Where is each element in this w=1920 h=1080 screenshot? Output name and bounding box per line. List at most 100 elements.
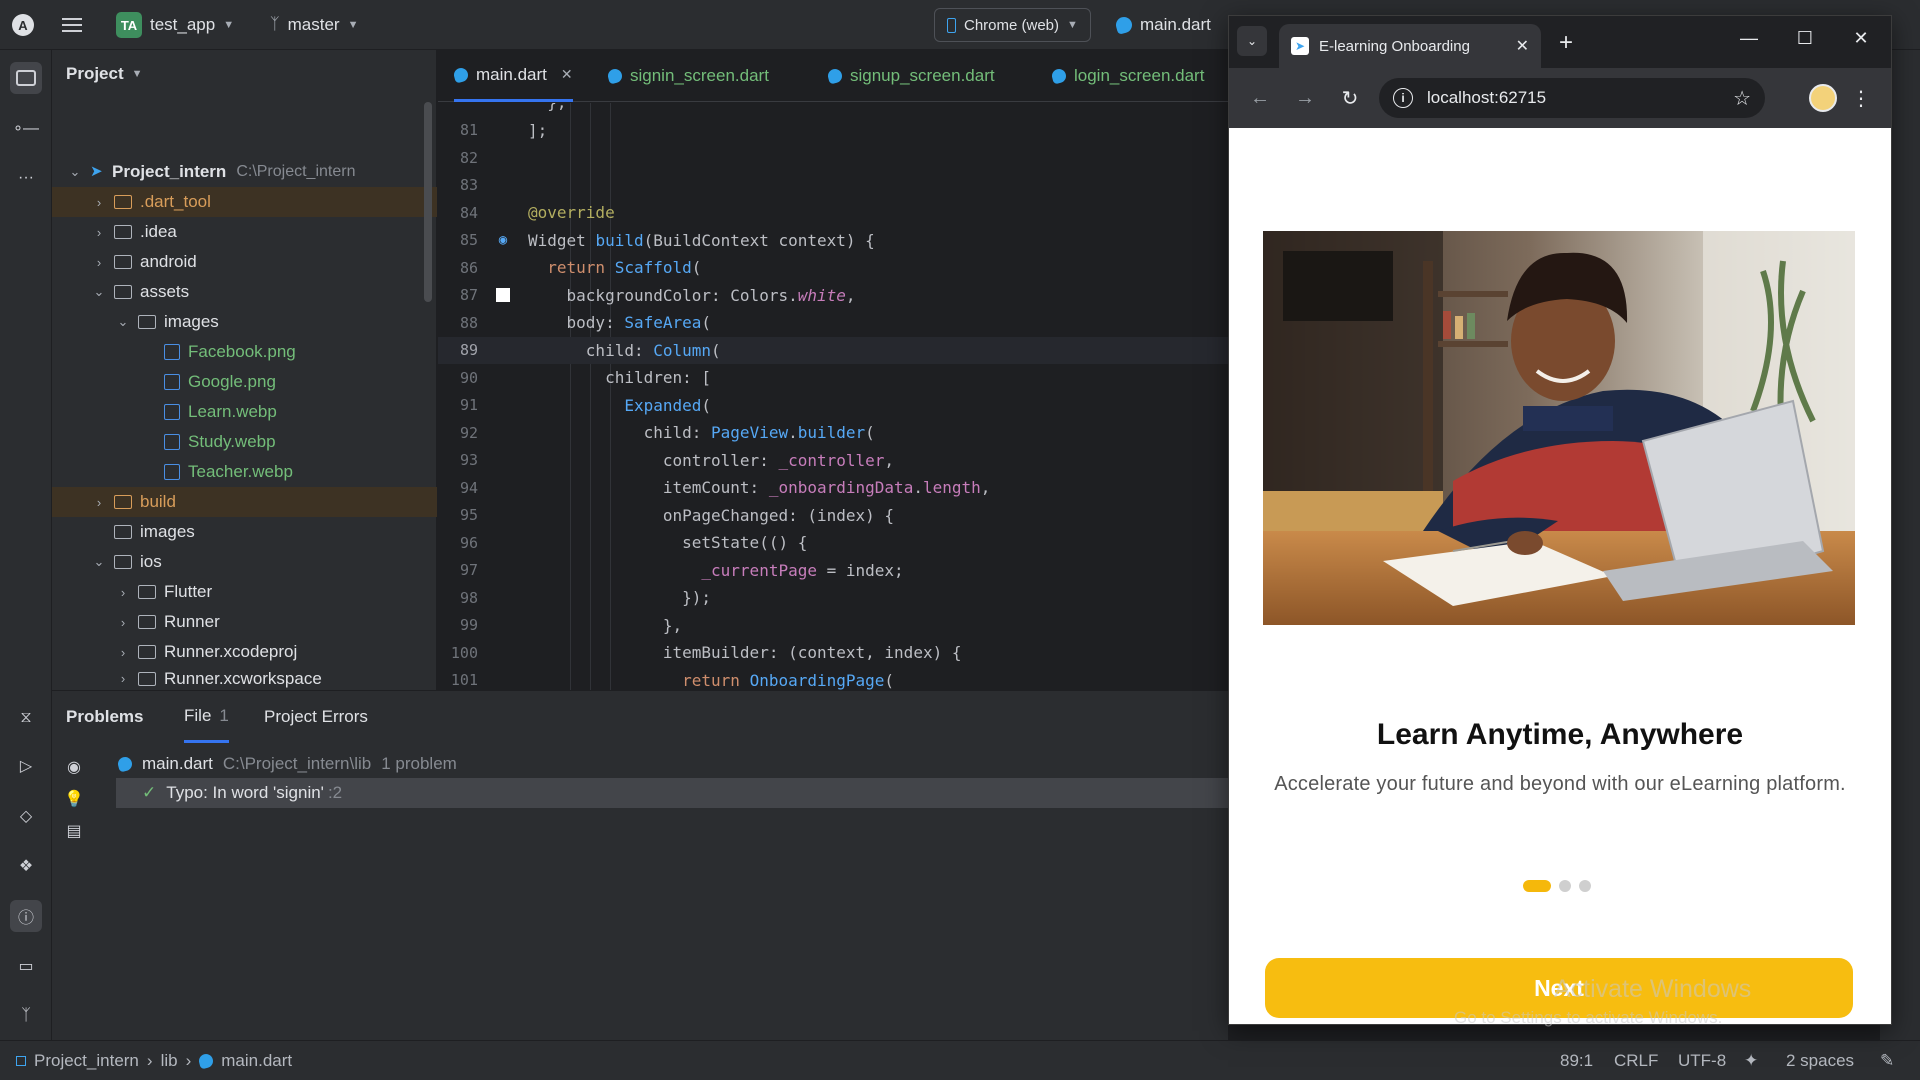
device-selector[interactable]: Chrome (web) ▼	[934, 0, 1091, 50]
tab-project-errors[interactable]: Project Errors	[264, 691, 368, 743]
tree-item-images[interactable]: images	[52, 517, 437, 547]
activation-watermark: Activate Windows Go to Settings to activ…	[1454, 975, 1751, 1028]
tab-label: main.dart	[476, 64, 547, 84]
problem-text: Typo: In word 'signin'	[166, 783, 324, 802]
breadcrumb-item[interactable]: Project_intern	[34, 1051, 139, 1071]
tree-root-project-intern[interactable]: ⌄ ➤ Project_intern C:\Project_intern	[52, 157, 437, 187]
image-file-icon	[164, 374, 180, 390]
reload-button[interactable]: ↻	[1335, 83, 1365, 113]
tab-signup-screen[interactable]: signup_screen.dart	[826, 50, 995, 102]
chevron-down-icon: ⌄	[1246, 34, 1258, 48]
chevron-right-icon: ›	[120, 671, 126, 686]
tree-item-dart-tool[interactable]: › .dart_tool	[52, 187, 437, 217]
caret-position[interactable]: 89:1	[1560, 1041, 1593, 1080]
minimize-button[interactable]: —	[1721, 16, 1777, 60]
new-tab-button[interactable]: +	[1551, 28, 1581, 58]
folder-icon	[114, 195, 132, 209]
commit-tool-button[interactable]: ∘—	[10, 112, 42, 144]
tree-item-runner[interactable]: › Runner	[52, 607, 437, 637]
tree-item-facebook-png[interactable]: Facebook.png	[52, 337, 437, 367]
tab-login-screen[interactable]: login_screen.dart	[1050, 50, 1204, 102]
branch-switcher[interactable]: ᛉ master ▼	[270, 0, 358, 50]
code-line: 88 body: SafeArea(	[459, 313, 712, 333]
tab-signin-screen[interactable]: signin_screen.dart	[606, 50, 769, 102]
page-dot[interactable]	[1559, 880, 1571, 892]
phone-icon	[947, 17, 956, 33]
window-close-button[interactable]: ✕	[1833, 16, 1889, 60]
branch-name: master	[287, 15, 340, 34]
lock-icon[interactable]: ✎	[1880, 1041, 1894, 1080]
problem-file-row[interactable]: main.dart C:\Project_intern\lib 1 proble…	[116, 749, 457, 779]
debug-tool-button[interactable]: ❖	[10, 850, 42, 882]
project-tool-button[interactable]	[10, 62, 42, 94]
project-scrollbar[interactable]	[424, 102, 432, 302]
browser-tab-active[interactable]: ➤ E-learning Onboarding ✕	[1279, 24, 1541, 68]
tab-label: Project Errors	[264, 707, 368, 726]
list-icon[interactable]: ▤	[62, 819, 86, 843]
tree-item-build[interactable]: › build	[52, 487, 437, 517]
address-bar[interactable]: i localhost:62715 ☆	[1379, 78, 1765, 118]
profile-avatar[interactable]	[1809, 84, 1837, 112]
tab-main-dart[interactable]: main.dart ✕	[452, 50, 573, 102]
line-separator-text: CRLF	[1614, 1051, 1659, 1070]
chevron-down-icon: ▼	[131, 68, 143, 80]
close-icon[interactable]: ✕	[561, 66, 573, 83]
indent-setting[interactable]: 2 spaces	[1786, 1041, 1854, 1080]
tree-item-google-png[interactable]: Google.png	[52, 367, 437, 397]
line-separator[interactable]: CRLF	[1614, 1041, 1658, 1080]
maximize-button[interactable]: ☐	[1777, 16, 1833, 60]
file-encoding[interactable]: UTF-8	[1678, 1041, 1726, 1080]
main-menu-button[interactable]	[62, 0, 82, 50]
code-editor[interactable]: }, 81]; 82 83 84@override 85◉Widget buil…	[438, 103, 1228, 690]
breadcrumb-item[interactable]: main.dart	[221, 1051, 292, 1071]
tree-item-ios[interactable]: ⌄ ios	[52, 547, 437, 577]
page-dot-active[interactable]	[1523, 880, 1551, 892]
inspector-icon: ⧖	[20, 709, 32, 726]
typo-check-icon: ✓	[142, 783, 157, 802]
bookmark-star-icon[interactable]: ☆	[1733, 86, 1751, 111]
tree-item-idea[interactable]: › .idea	[52, 217, 437, 247]
breadcrumb-item[interactable]: lib	[161, 1051, 178, 1071]
tree-item-assets-images[interactable]: ⌄ images	[52, 307, 437, 337]
back-button[interactable]: ←	[1245, 83, 1275, 113]
tree-item-android[interactable]: › android	[52, 247, 437, 277]
page-dot[interactable]	[1579, 880, 1591, 892]
chevron-right-icon: ›	[96, 254, 102, 270]
more-tools-button[interactable]: ···	[10, 162, 42, 194]
lightbulb-icon[interactable]: 💡	[62, 787, 86, 811]
override-marker-icon[interactable]: ◉	[499, 232, 507, 248]
tree-item-runner-xcworkspace[interactable]: › Runner.xcworkspace	[52, 667, 437, 690]
color-swatch-icon[interactable]	[496, 288, 510, 303]
ide-logo[interactable]: A	[12, 0, 34, 50]
ai-assistant-icon[interactable]: ✦	[1744, 1041, 1758, 1080]
tree-item-runner-xcodeproj[interactable]: › Runner.xcodeproj	[52, 637, 437, 667]
eye-icon[interactable]: ◉	[62, 755, 86, 779]
run-tool-button[interactable]: ▷	[10, 750, 42, 782]
tree-item-teacher-webp[interactable]: Teacher.webp	[52, 457, 437, 487]
project-panel-title[interactable]: Project ▼	[66, 64, 143, 84]
project-switcher[interactable]: TA test_app ▼	[116, 0, 234, 50]
close-icon[interactable]: ✕	[1516, 36, 1529, 56]
tree-item-assets[interactable]: ⌄ assets	[52, 277, 437, 307]
tab-problems[interactable]: Problems	[66, 691, 143, 743]
problem-item-row[interactable]: ✓ Typo: In word 'signin' :2	[116, 778, 1228, 808]
tab-search-button[interactable]: ⌄	[1237, 26, 1267, 56]
run-config-selector[interactable]: main.dart	[1114, 0, 1211, 50]
devtools-button[interactable]: ◇	[10, 800, 42, 832]
tree-item-flutter[interactable]: › Flutter	[52, 577, 437, 607]
problems-tool-button[interactable]: ⓘ	[10, 900, 42, 932]
forward-button[interactable]: →	[1290, 83, 1320, 113]
chevron-down-icon: ⌄	[117, 314, 129, 329]
browser-menu-button[interactable]: ⋮	[1851, 84, 1871, 112]
chevron-right-icon: ›	[96, 494, 102, 510]
maximize-icon: ☐	[1796, 27, 1814, 48]
tab-file[interactable]: File 1	[184, 691, 229, 743]
site-info-icon[interactable]: i	[1393, 88, 1413, 108]
terminal-tool-button[interactable]: ▭	[10, 950, 42, 982]
tree-label: android	[140, 252, 197, 271]
tree-item-study-webp[interactable]: Study.webp	[52, 427, 437, 457]
code-line: 92 child: PageView.builder(	[459, 423, 875, 443]
flutter-inspector-button[interactable]: ⧖	[10, 702, 42, 734]
git-tool-button[interactable]: ᛉ	[10, 1000, 42, 1032]
tree-item-learn-webp[interactable]: Learn.webp	[52, 397, 437, 427]
